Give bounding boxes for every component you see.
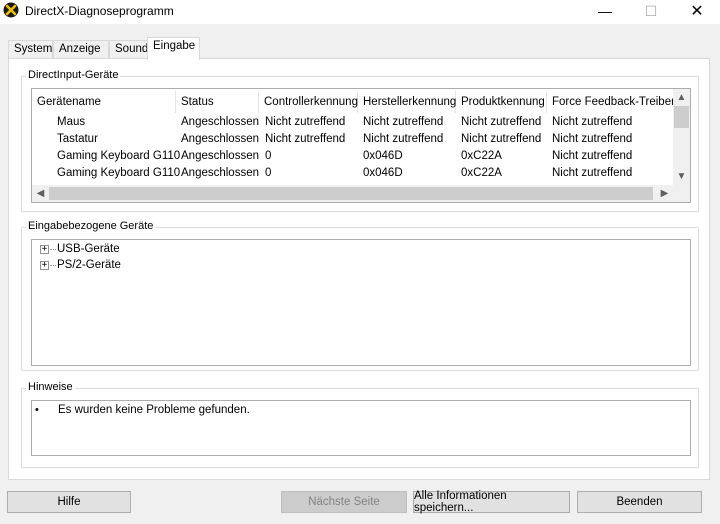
cell-status: Angeschlossen [181, 116, 259, 128]
horizontal-scrollbar[interactable]: ◀ ▶ [32, 185, 673, 202]
expand-plus-icon[interactable]: + [40, 245, 49, 254]
maximize-button[interactable]: ☐ [628, 0, 674, 22]
cell-controller-id: 0 [265, 167, 272, 179]
table-row[interactable]: Gaming Keyboard G110 Angeschlossen 0 0x0… [32, 165, 675, 182]
column-header-status[interactable]: Status [176, 91, 259, 113]
notes-group: Hinweise • Es wurden keine Probleme gefu… [21, 381, 699, 468]
column-header-device-name[interactable]: Gerätename [32, 91, 176, 113]
bullet-icon: • [35, 404, 39, 416]
title-bar: DirectX-Diagnoseprogramm — ☐ ✕ [0, 0, 720, 24]
tab-eingabe[interactable]: Eingabe [147, 37, 200, 60]
tree-item-label: USB-Geräte [57, 243, 120, 255]
directinput-device-list[interactable]: Gerätename Status Controllerkennung Hers… [31, 88, 691, 203]
tab-system[interactable]: System [8, 40, 53, 59]
cell-device-name: Maus [57, 116, 86, 128]
cell-device-name: Gaming Keyboard G110 [57, 150, 181, 162]
table-row[interactable]: Gaming Keyboard G110 Angeschlossen 0 0x0… [32, 148, 675, 165]
next-page-button[interactable]: Nächste Seite [281, 491, 407, 513]
help-button[interactable]: Hilfe [7, 491, 131, 513]
cell-product-id: Nicht zutreffend [461, 133, 542, 145]
cell-device-name: Gaming Keyboard G110 [57, 167, 181, 179]
cell-vendor-id: 0x046D [363, 167, 403, 179]
input-related-group-label: Eingabebezogene Geräte [26, 220, 156, 232]
scroll-down-icon[interactable]: ▼ [673, 168, 690, 185]
scroll-left-icon[interactable]: ◀ [32, 185, 49, 202]
window-title: DirectX-Diagnoseprogramm [25, 4, 174, 18]
cell-vendor-id: Nicht zutreffend [363, 116, 444, 128]
cell-force-feedback: Nicht zutreffend [552, 150, 633, 162]
cell-device-name: Tastatur [57, 133, 98, 145]
cell-vendor-id: 0x046D [363, 150, 403, 162]
cell-vendor-id: Nicht zutreffend [363, 133, 444, 145]
directx-icon [3, 2, 19, 18]
note-text: Es wurden keine Probleme gefunden. [58, 404, 250, 416]
cell-product-id: 0xC22A [461, 150, 502, 162]
cell-force-feedback: Nicht zutreffend [552, 133, 633, 145]
cell-force-feedback: Nicht zutreffend [552, 167, 633, 179]
notes-box[interactable]: • Es wurden keine Probleme gefunden. [31, 400, 691, 456]
save-all-information-button[interactable]: Alle Informationen speichern... [413, 490, 570, 514]
cell-status: Angeschlossen [181, 133, 259, 145]
column-header-force-feedback[interactable]: Force Feedback-Treiber [547, 91, 677, 113]
column-header-controller-id[interactable]: Controllerkennung [259, 91, 358, 113]
vertical-scrollbar[interactable]: ▲ ▼ [673, 89, 690, 185]
directinput-group-label: DirectInput-Geräte [26, 69, 121, 81]
tree-connector [50, 249, 56, 250]
vertical-scroll-thumb[interactable] [674, 106, 689, 128]
column-header-product-id[interactable]: Produktkennung [456, 91, 547, 113]
cell-force-feedback: Nicht zutreffend [552, 116, 633, 128]
tab-anzeige[interactable]: Anzeige [53, 40, 109, 59]
scroll-up-icon[interactable]: ▲ [673, 89, 690, 106]
tab-panel: DirectInput-Geräte Gerätename Status Con… [8, 58, 710, 480]
directinput-group: DirectInput-Geräte Gerätename Status Con… [21, 69, 699, 212]
scroll-corner [673, 185, 690, 202]
exit-button[interactable]: Beenden [577, 491, 702, 513]
input-related-tree[interactable]: + USB-Geräte + PS/2-Geräte [31, 239, 691, 366]
tree-item-ps2[interactable]: + PS/2-Geräte [40, 258, 160, 274]
scroll-right-icon[interactable]: ▶ [656, 185, 673, 202]
cell-status: Angeschlossen [181, 150, 259, 162]
input-related-group: Eingabebezogene Geräte + USB-Geräte + PS… [21, 220, 699, 371]
close-button[interactable]: ✕ [674, 0, 720, 22]
cell-product-id: Nicht zutreffend [461, 116, 542, 128]
table-row[interactable]: Maus Angeschlossen Nicht zutreffend Nich… [32, 114, 675, 131]
cell-status: Angeschlossen [181, 167, 259, 179]
tree-item-usb[interactable]: + USB-Geräte [40, 242, 160, 258]
cell-product-id: 0xC22A [461, 167, 502, 179]
table-row[interactable]: Tastatur Angeschlossen Nicht zutreffend … [32, 131, 675, 148]
tree-connector [50, 265, 56, 266]
notes-group-label: Hinweise [26, 381, 75, 393]
horizontal-scroll-thumb[interactable] [49, 187, 653, 200]
cell-controller-id: Nicht zutreffend [265, 133, 346, 145]
expand-plus-icon[interactable]: + [40, 261, 49, 270]
cell-controller-id: 0 [265, 150, 272, 162]
cell-controller-id: Nicht zutreffend [265, 116, 346, 128]
column-header-vendor-id[interactable]: Herstellerkennung [358, 91, 456, 113]
tree-item-label: PS/2-Geräte [57, 259, 121, 271]
minimize-button[interactable]: — [582, 0, 628, 22]
